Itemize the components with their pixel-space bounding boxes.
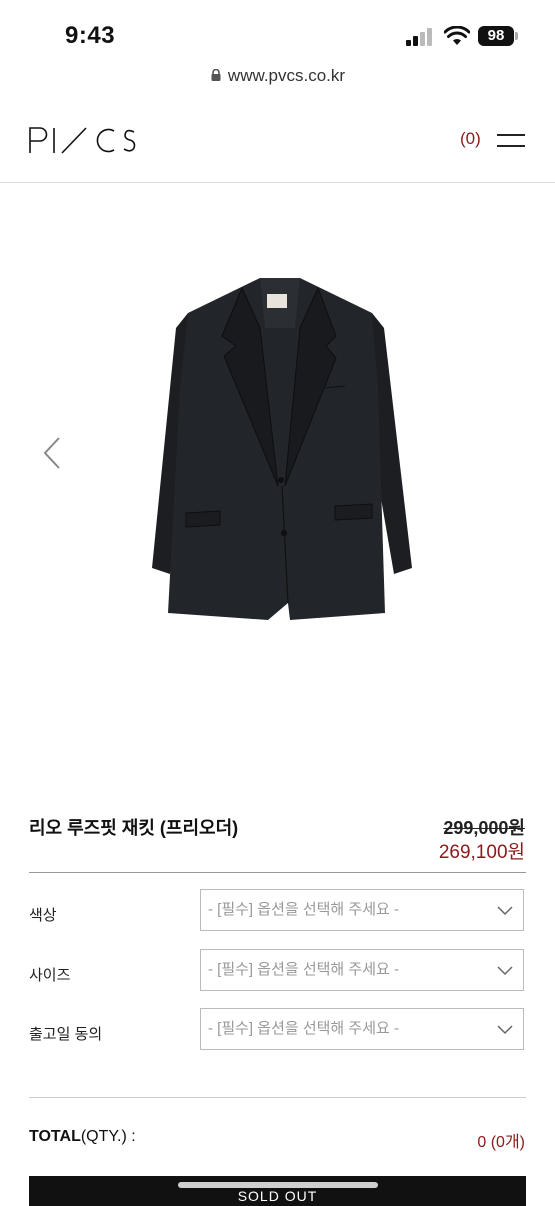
battery-indicator: 98 bbox=[478, 26, 514, 46]
divider bbox=[29, 872, 526, 873]
product-gallery bbox=[0, 182, 555, 782]
url-text: www.pvcs.co.kr bbox=[227, 66, 346, 85]
status-bar: 9:43 98 bbox=[0, 0, 555, 70]
site-header: (0) bbox=[0, 96, 555, 183]
divider bbox=[29, 1097, 526, 1098]
signal-icon bbox=[406, 28, 432, 46]
product-title: 리오 루즈핏 재킷 (프리오더) bbox=[29, 818, 239, 838]
chevron-left-icon[interactable] bbox=[40, 435, 64, 471]
hamburger-menu-icon[interactable] bbox=[497, 132, 525, 150]
option-label-size: 사이즈 bbox=[29, 967, 71, 984]
option-label-color: 색상 bbox=[29, 907, 57, 924]
option-label-ship-date: 출고일 동의 bbox=[29, 1026, 103, 1043]
sold-out-button[interactable]: SOLD OUT bbox=[29, 1176, 526, 1206]
cart-count[interactable]: (0) bbox=[460, 129, 481, 149]
size-select[interactable]: - [필수] 옵션을 선택해 주세요 - bbox=[200, 949, 524, 991]
size-select-placeholder: - [필수] 옵션을 선택해 주세요 - bbox=[208, 961, 399, 978]
pvcs-logo[interactable] bbox=[28, 126, 140, 154]
total-value: 0 (0개) bbox=[477, 1134, 525, 1151]
total-label-bold: TOTAL bbox=[29, 1128, 81, 1145]
ship-date-select[interactable]: - [필수] 옵션을 선택해 주세요 - bbox=[200, 1008, 524, 1050]
sale-price: 269,100원 bbox=[438, 842, 525, 863]
battery-nub bbox=[515, 32, 518, 40]
chevron-down-icon bbox=[497, 966, 513, 976]
wifi-icon bbox=[444, 26, 470, 45]
product-image bbox=[152, 278, 412, 620]
lock-icon bbox=[211, 68, 221, 81]
chevron-down-icon bbox=[497, 906, 513, 916]
status-time: 9:43 bbox=[65, 22, 116, 49]
url-bar[interactable]: www.pvcs.co.kr bbox=[0, 66, 555, 94]
total-label-qty: (QTY.) : bbox=[80, 1128, 136, 1145]
color-select-placeholder: - [필수] 옵션을 선택해 주세요 - bbox=[208, 901, 399, 918]
color-select[interactable]: - [필수] 옵션을 선택해 주세요 - bbox=[200, 889, 524, 931]
total-label: TOTAL(QTY.) : bbox=[29, 1128, 136, 1146]
chevron-down-icon bbox=[497, 1025, 513, 1035]
home-indicator bbox=[178, 1182, 378, 1188]
ship-date-select-placeholder: - [필수] 옵션을 선택해 주세요 - bbox=[208, 1020, 399, 1037]
